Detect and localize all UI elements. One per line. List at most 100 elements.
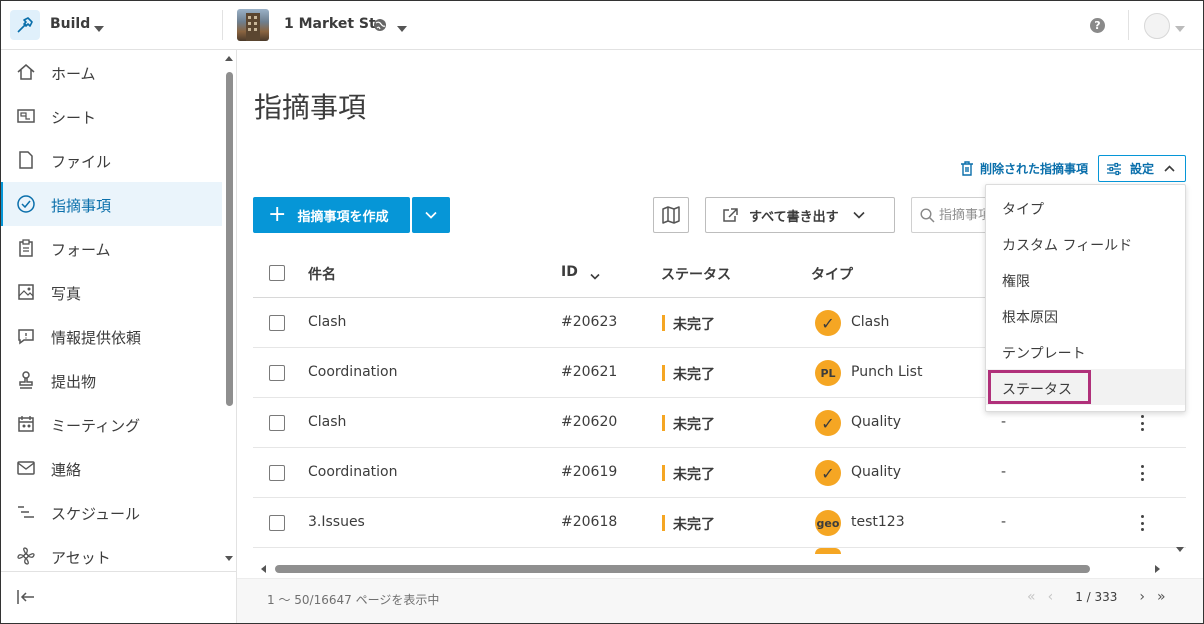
pager: « ‹ 1 / 333 › » — [1027, 589, 1166, 605]
menu-item-status[interactable]: ステータス — [986, 369, 1185, 405]
column-header-id[interactable]: ID — [561, 264, 578, 280]
issue-type: Clash — [851, 314, 890, 330]
issue-id: #20618 — [561, 514, 618, 530]
project-name[interactable]: 1 Market St. — [284, 16, 381, 32]
select-all-checkbox[interactable] — [269, 265, 285, 281]
sidebar-item-correspondence[interactable]: 連絡 — [0, 446, 222, 490]
settings-button[interactable]: 設定 — [1098, 155, 1186, 182]
last-page-icon[interactable]: » — [1157, 589, 1166, 605]
more-options-icon[interactable] — [1137, 512, 1147, 534]
hammer-icon[interactable] — [10, 10, 40, 40]
column-header-status[interactable]: ステータス — [661, 264, 731, 284]
app-switcher-label[interactable]: Build — [50, 16, 90, 32]
sidebar-item-meetings[interactable]: ミーティング — [0, 402, 222, 446]
sidebar-footer — [0, 571, 237, 624]
type-badge-text: geo — [816, 516, 840, 530]
next-page-icon[interactable]: › — [1139, 589, 1145, 605]
collapse-sidebar-icon[interactable] — [16, 588, 36, 610]
checkmark-icon: ✓ — [821, 463, 835, 483]
table-row[interactable]: Coordination #20619 未完了 ✓ Quality - — [253, 448, 1186, 498]
column-header-type[interactable]: タイプ — [811, 264, 853, 284]
scroll-up-arrow[interactable] — [225, 56, 233, 61]
issue-name[interactable]: Coordination — [308, 364, 397, 380]
row-checkbox[interactable] — [269, 465, 285, 481]
menu-item-root-cause[interactable]: 根本原因 — [986, 297, 1185, 333]
horizontal-scrollbar[interactable] — [257, 562, 1167, 576]
issue-name[interactable]: 3.Issues — [308, 514, 365, 530]
top-bar: Build 1 Market St. ? — [0, 0, 1204, 50]
issue-name[interactable]: Clash — [308, 414, 346, 430]
more-options-icon[interactable] — [1137, 462, 1147, 484]
sidebar-item-label: ミーティング — [51, 417, 141, 435]
first-page-icon[interactable]: « — [1027, 589, 1036, 605]
export-all-button[interactable]: すべて書き出す — [705, 197, 895, 233]
calendar-people-icon — [15, 413, 37, 435]
row-checkbox[interactable] — [269, 365, 285, 381]
project-thumbnail[interactable] — [237, 9, 269, 41]
chevron-down-icon[interactable] — [1175, 20, 1185, 36]
type-badge-text: PL — [820, 366, 836, 380]
chat-question-icon — [15, 325, 37, 347]
sidebar-item-files[interactable]: ファイル — [0, 138, 222, 182]
sidebar-item-home[interactable]: ホーム — [0, 50, 222, 94]
row-checkbox[interactable] — [269, 415, 285, 431]
file-icon — [15, 149, 37, 171]
row-checkbox[interactable] — [269, 515, 285, 531]
photo-icon — [15, 281, 37, 303]
chevron-down-icon[interactable] — [94, 20, 104, 36]
sidebar-item-photos[interactable]: 写真 — [0, 270, 222, 314]
sort-desc-icon[interactable] — [590, 268, 600, 284]
issue-id: #20621 — [561, 364, 618, 380]
map-view-button[interactable] — [653, 197, 689, 233]
sidebar-item-forms[interactable]: フォーム — [0, 226, 222, 270]
column-header-name[interactable]: 件名 — [308, 264, 336, 284]
help-icon[interactable]: ? — [1090, 18, 1105, 33]
issue-status: 未完了 — [673, 367, 715, 383]
sidebar-item-schedule[interactable]: スケジュール — [0, 490, 222, 534]
scrollbar-thumb[interactable] — [275, 565, 1090, 573]
table-row[interactable]: 3.Issues #20618 未完了 geo test123 - — [253, 498, 1186, 548]
sidebar-item-label: 写真 — [51, 285, 82, 303]
export-icon — [723, 208, 738, 222]
schedule-icon — [15, 501, 37, 523]
scroll-left-arrow[interactable] — [261, 565, 266, 573]
issue-name[interactable]: Coordination — [308, 464, 397, 480]
issue-type: Quality — [851, 414, 902, 430]
clipboard-icon — [15, 237, 37, 259]
stamp-icon — [15, 369, 37, 391]
sidebar-item-submittals[interactable]: 提出物 — [0, 358, 222, 402]
sidebar-scrollbar[interactable] — [226, 72, 233, 406]
prev-page-icon[interactable]: ‹ — [1048, 589, 1054, 605]
page-title: 指摘事項 — [254, 91, 367, 124]
type-badge: ✓ — [815, 310, 841, 336]
scroll-down-arrow[interactable] — [1176, 547, 1184, 552]
sidebar-item-sheets[interactable]: シート — [0, 94, 222, 138]
pagination-bar: 1 ～ 50/16647 ページを表示中 « ‹ 1 / 333 › » — [237, 578, 1203, 623]
chevron-down-icon — [425, 211, 437, 219]
sidebar-item-issues[interactable]: 指摘事項 — [0, 182, 222, 226]
avatar[interactable] — [1144, 13, 1170, 39]
deleted-issues-link[interactable]: 削除された指摘事項 — [960, 158, 1088, 178]
create-issue-button[interactable]: + 指摘事項を作成 — [253, 197, 410, 233]
status-indicator — [662, 315, 665, 331]
menu-item-label: 権限 — [1002, 274, 1030, 290]
row-checkbox[interactable] — [269, 315, 285, 331]
issue-name[interactable]: Clash — [308, 314, 346, 330]
chevron-down-icon[interactable] — [397, 20, 407, 36]
menu-item-label: タイプ — [1002, 202, 1044, 218]
more-options-icon[interactable] — [1137, 412, 1147, 434]
issue-type: Punch List — [851, 364, 923, 380]
menu-item-custom-fields[interactable]: カスタム フィールド — [986, 225, 1185, 261]
menu-item-templates[interactable]: テンプレート — [986, 333, 1185, 369]
chevron-down-icon — [853, 211, 865, 219]
create-issue-dropdown[interactable] — [412, 197, 450, 233]
sidebar-item-label: ホーム — [51, 65, 96, 83]
menu-item-type[interactable]: タイプ — [986, 189, 1185, 225]
scroll-down-arrow[interactable] — [225, 556, 233, 561]
check-circle-icon — [15, 193, 37, 215]
status-indicator — [662, 415, 665, 431]
scroll-right-arrow[interactable] — [1155, 565, 1160, 573]
sidebar-item-rfis[interactable]: 情報提供依頼 — [0, 314, 222, 358]
menu-item-permissions[interactable]: 権限 — [986, 261, 1185, 297]
status-indicator — [662, 365, 665, 381]
